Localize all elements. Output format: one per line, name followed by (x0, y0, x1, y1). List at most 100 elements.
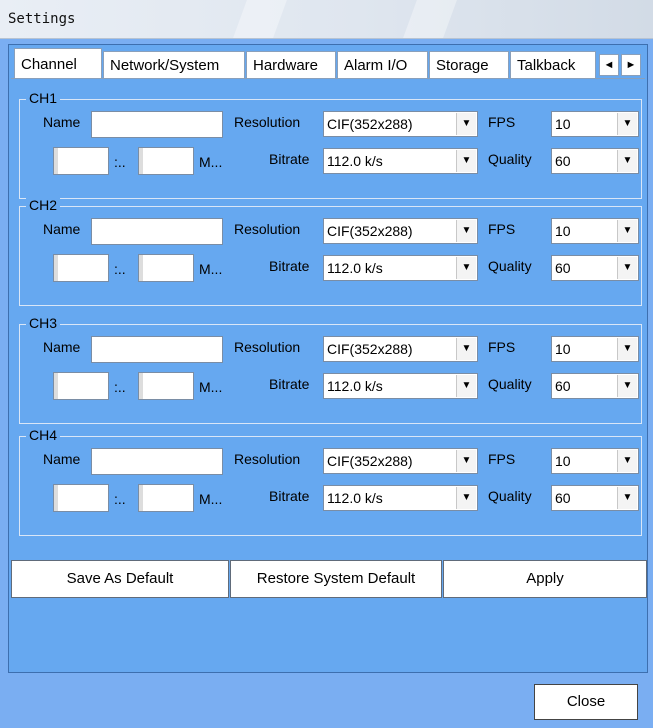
mini-field-b[interactable]: M... (138, 254, 222, 282)
name-input[interactable] (91, 336, 223, 363)
mini-field-b[interactable]: M... (138, 147, 222, 175)
title-bar-glare (233, 0, 287, 38)
restore-system-default-button[interactable]: Restore System Default (230, 560, 442, 598)
fps-select[interactable]: 10 ▼ (551, 448, 639, 474)
bitrate-select[interactable]: 112.0 k/s ▼ (323, 255, 478, 281)
fps-select[interactable]: 10 ▼ (551, 336, 639, 362)
chevron-down-icon[interactable]: ▼ (617, 338, 637, 360)
bitrate-select[interactable]: 112.0 k/s ▼ (323, 373, 478, 399)
bitrate-label: Bitrate (269, 376, 310, 392)
chevron-down-icon[interactable]: ▼ (456, 338, 476, 360)
title-bar: Settings (0, 0, 653, 39)
save-as-default-button[interactable]: Save As Default (11, 560, 229, 598)
arrow-left-icon[interactable]: ◄ (599, 54, 619, 76)
tab-alarm-io[interactable]: Alarm I/O (337, 51, 428, 78)
quality-value: 60 (555, 260, 571, 276)
quality-label: Quality (488, 258, 532, 274)
mini-field-a-suffix: :.. (114, 154, 126, 170)
chevron-down-icon[interactable]: ▼ (456, 113, 476, 135)
channel-title: CH3 (26, 315, 61, 331)
fps-label: FPS (488, 451, 516, 467)
mini-field-a[interactable]: :.. (53, 147, 126, 175)
tab-channel[interactable]: Channel (14, 48, 102, 79)
channel-group-ch1: CH1 Name Resolution CIF(352x288) ▼ FPS 10… (19, 90, 642, 199)
mini-field-a-suffix: :.. (114, 379, 126, 395)
channel-title: CH1 (26, 90, 61, 106)
apply-button[interactable]: Apply (443, 560, 647, 598)
fps-select[interactable]: 10 ▼ (551, 111, 639, 137)
mini-field-a[interactable]: :.. (53, 484, 126, 512)
bitrate-label: Bitrate (269, 258, 310, 274)
bitrate-value: 112.0 k/s (327, 490, 383, 506)
tab-content-border (11, 78, 645, 79)
bitrate-select[interactable]: 112.0 k/s ▼ (323, 485, 478, 511)
resolution-label: Resolution (234, 221, 301, 237)
bitrate-value: 112.0 k/s (327, 153, 383, 169)
settings-panel: Channel Network/System Hardware Alarm I/… (8, 44, 648, 673)
resolution-select[interactable]: CIF(352x288) ▼ (323, 448, 478, 474)
tab-strip: Channel Network/System Hardware Alarm I/… (11, 48, 647, 80)
quality-value: 60 (555, 490, 571, 506)
fps-value: 10 (555, 453, 571, 469)
fps-label: FPS (488, 114, 516, 130)
resolution-value: CIF(352x288) (327, 341, 413, 357)
chevron-down-icon[interactable]: ▼ (456, 375, 476, 397)
chevron-down-icon[interactable]: ▼ (456, 487, 476, 509)
field-grip (54, 373, 58, 399)
field-grip (139, 148, 143, 174)
arrow-right-icon[interactable]: ► (621, 54, 641, 76)
fps-label: FPS (488, 221, 516, 237)
resolution-select[interactable]: CIF(352x288) ▼ (323, 336, 478, 362)
quality-select[interactable]: 60 ▼ (551, 485, 639, 511)
quality-select[interactable]: 60 ▼ (551, 255, 639, 281)
resolution-select[interactable]: CIF(352x288) ▼ (323, 218, 478, 244)
resolution-value: CIF(352x288) (327, 453, 413, 469)
channel-group-ch3: CH3 Name Resolution CIF(352x288) ▼ FPS 10… (19, 315, 642, 424)
quality-select[interactable]: 60 ▼ (551, 373, 639, 399)
field-grip (54, 255, 58, 281)
tab-storage[interactable]: Storage (429, 51, 509, 78)
bitrate-select[interactable]: 112.0 k/s ▼ (323, 148, 478, 174)
tab-network-system[interactable]: Network/System (103, 51, 245, 78)
channel-group-ch4: CH4 Name Resolution CIF(352x288) ▼ FPS 10… (19, 427, 642, 536)
chevron-down-icon[interactable]: ▼ (617, 150, 637, 172)
title-bar-glare (403, 0, 457, 38)
fps-value: 10 (555, 341, 571, 357)
field-grip (54, 148, 58, 174)
chevron-down-icon[interactable]: ▼ (617, 487, 637, 509)
chevron-down-icon[interactable]: ▼ (456, 150, 476, 172)
name-label: Name (43, 339, 81, 355)
bitrate-label: Bitrate (269, 488, 310, 504)
tab-talkback[interactable]: Talkback (510, 51, 596, 78)
fps-label: FPS (488, 339, 516, 355)
resolution-value: CIF(352x288) (327, 223, 413, 239)
quality-select[interactable]: 60 ▼ (551, 148, 639, 174)
chevron-down-icon[interactable]: ▼ (617, 113, 637, 135)
resolution-select[interactable]: CIF(352x288) ▼ (323, 111, 478, 137)
chevron-down-icon[interactable]: ▼ (617, 450, 637, 472)
tab-scroll-buttons: ◄ ► (599, 54, 643, 76)
mini-field-a[interactable]: :.. (53, 254, 126, 282)
mini-field-b-suffix: M... (199, 261, 223, 277)
fps-value: 10 (555, 223, 571, 239)
name-input[interactable] (91, 111, 223, 138)
close-button[interactable]: Close (534, 684, 638, 720)
chevron-down-icon[interactable]: ▼ (617, 375, 637, 397)
name-label: Name (43, 451, 81, 467)
chevron-down-icon[interactable]: ▼ (617, 257, 637, 279)
mini-field-b[interactable]: M... (138, 372, 222, 400)
name-input[interactable] (91, 448, 223, 475)
fps-select[interactable]: 10 ▼ (551, 218, 639, 244)
chevron-down-icon[interactable]: ▼ (456, 257, 476, 279)
tab-hardware[interactable]: Hardware (246, 51, 336, 78)
channel-group-ch2: CH2 Name Resolution CIF(352x288) ▼ FPS 10… (19, 197, 642, 306)
mini-field-a[interactable]: :.. (53, 372, 126, 400)
chevron-down-icon[interactable]: ▼ (617, 220, 637, 242)
mini-field-b[interactable]: M... (138, 484, 222, 512)
chevron-down-icon[interactable]: ▼ (456, 450, 476, 472)
name-label: Name (43, 221, 81, 237)
bitrate-value: 112.0 k/s (327, 260, 383, 276)
name-input[interactable] (91, 218, 223, 245)
field-grip (139, 373, 143, 399)
chevron-down-icon[interactable]: ▼ (456, 220, 476, 242)
